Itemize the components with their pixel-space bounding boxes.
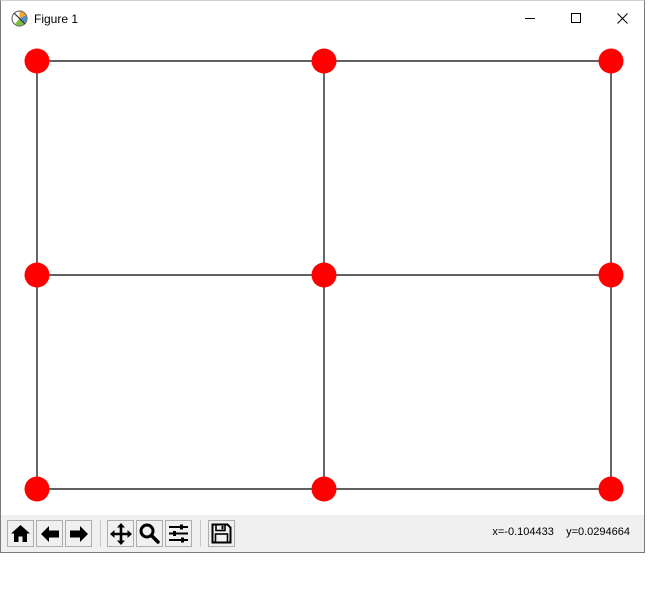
graph-node bbox=[24, 262, 50, 288]
toolbar-separator bbox=[100, 520, 101, 547]
back-button[interactable] bbox=[36, 520, 63, 547]
title-bar[interactable]: Figure 1 bbox=[1, 1, 644, 35]
minimize-icon bbox=[524, 13, 536, 24]
close-icon bbox=[616, 12, 628, 24]
graph-node bbox=[311, 476, 337, 502]
graph-node bbox=[24, 48, 50, 74]
toolbar-separator bbox=[200, 520, 201, 547]
arrow-right-icon bbox=[69, 525, 89, 543]
floppy-disk-icon bbox=[211, 523, 232, 544]
graph-node bbox=[598, 48, 624, 74]
graph-plot bbox=[24, 48, 624, 502]
arrow-left-icon bbox=[40, 525, 60, 543]
zoom-button[interactable] bbox=[136, 520, 163, 547]
save-button[interactable] bbox=[208, 520, 235, 547]
graph-node bbox=[311, 48, 337, 74]
home-button[interactable] bbox=[7, 520, 34, 547]
graph-node bbox=[311, 262, 337, 288]
sliders-icon bbox=[168, 524, 189, 543]
magnifier-icon bbox=[139, 523, 160, 544]
move-arrows-icon bbox=[109, 522, 132, 545]
figure-window: Figure 1 x=-0.104433 y=0.0294664 bbox=[0, 0, 645, 553]
pan-button[interactable] bbox=[107, 520, 134, 547]
figure-canvas[interactable] bbox=[1, 35, 644, 515]
navigation-toolbar: x=-0.104433 y=0.0294664 bbox=[1, 515, 644, 552]
graph-node bbox=[24, 476, 50, 502]
minimize-button[interactable] bbox=[507, 1, 553, 35]
forward-button[interactable] bbox=[65, 520, 92, 547]
graph-node bbox=[598, 262, 624, 288]
maximize-icon bbox=[570, 12, 582, 24]
home-icon bbox=[10, 524, 31, 543]
window-title: Figure 1 bbox=[34, 12, 79, 26]
close-button[interactable] bbox=[599, 1, 645, 35]
matplotlib-figure-icon bbox=[11, 10, 28, 27]
cursor-coordinates: x=-0.104433 y=0.0294664 bbox=[492, 526, 630, 538]
configure-subplots-button[interactable] bbox=[165, 520, 192, 547]
graph-node bbox=[598, 476, 624, 502]
maximize-button[interactable] bbox=[553, 1, 599, 35]
